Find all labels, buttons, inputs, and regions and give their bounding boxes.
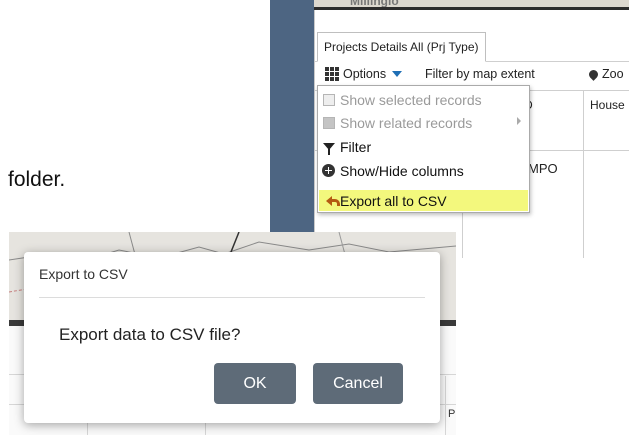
menu-item-show-related[interactable]: Show related records [319, 112, 528, 133]
location-pin-icon [587, 67, 600, 81]
filter-by-map-extent-button[interactable]: Filter by map extent [425, 67, 535, 81]
menu-item-filter[interactable]: Filter [319, 136, 528, 157]
cancel-button[interactable]: Cancel [313, 363, 403, 404]
export-csv-dialog: Export to CSV Export data to CSV file? O… [24, 252, 440, 423]
menu-item-label: Show related records [340, 114, 473, 131]
map-strip: Millinglo [314, 0, 629, 10]
zoom-label: Zoo [602, 67, 624, 81]
options-label: Options [343, 67, 387, 81]
options-dropdown-menu: Show selected records Show related recor… [317, 85, 530, 213]
tab-row: Projects Details All (Prj Type) [315, 22, 629, 62]
export-dialog-screenshot: P Export to CSV Export data to CSV file?… [9, 232, 456, 435]
menu-item-show-selected[interactable]: Show selected records [319, 89, 528, 110]
chevron-right-icon [517, 117, 521, 125]
column-header[interactable]: House [583, 90, 625, 150]
chevron-down-icon [392, 71, 403, 77]
menu-item-label: Export all to CSV [340, 192, 447, 209]
menu-item-label: Filter [340, 138, 372, 155]
grid-icon [325, 67, 339, 81]
menu-item-show-hide-columns[interactable]: Show/Hide columns [319, 160, 528, 181]
attribute-table-screenshot: Millinglo Projects Details All (Prj Type… [270, 0, 629, 258]
table-toolbar: Options Filter by map extent Zoo [315, 64, 629, 86]
menu-item-label: Show/Hide columns [340, 162, 464, 179]
related-records-icon [322, 116, 335, 129]
plus-circle-icon [322, 164, 335, 177]
filter-extent-label: Filter by map extent [425, 67, 535, 81]
menu-item-label: Show selected records [340, 91, 482, 108]
table-cell: MPO [528, 161, 558, 176]
selected-records-icon [322, 93, 335, 106]
dialog-divider [39, 297, 425, 298]
document-text: folder. [8, 168, 66, 191]
options-button[interactable]: Options [325, 67, 403, 81]
export-arrow-icon [322, 194, 340, 207]
funnel-icon [322, 140, 335, 155]
dialog-message: Export data to CSV file? [59, 325, 241, 344]
zoom-button[interactable]: Zoo [587, 67, 624, 81]
tab-projects-details[interactable]: Projects Details All (Prj Type) [317, 32, 486, 62]
nav-sidebar [270, 0, 314, 258]
menu-item-export-csv[interactable]: Export all to CSV [319, 190, 528, 211]
partial-column-label: P [448, 408, 456, 420]
dialog-title: Export to CSV [39, 266, 128, 282]
map-label: Millinglo [350, 0, 399, 8]
ok-button[interactable]: OK [214, 363, 296, 404]
